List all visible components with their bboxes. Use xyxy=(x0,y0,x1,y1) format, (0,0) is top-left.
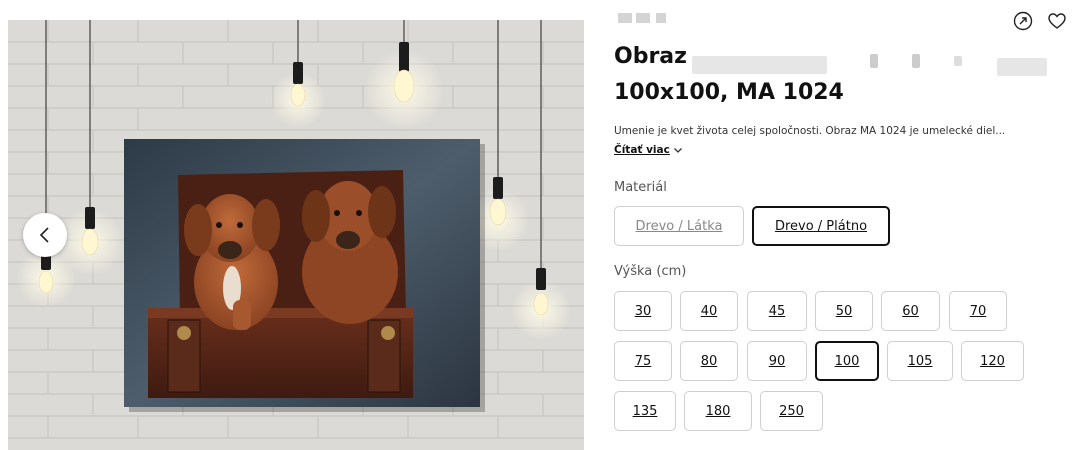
height-option-70[interactable]: 70 xyxy=(949,291,1007,331)
material-label: Materiál xyxy=(614,180,667,195)
product-title-line2: 100x100, MA 1024 xyxy=(614,80,844,105)
height-option-30[interactable]: 30 xyxy=(614,291,672,331)
favorite-button[interactable] xyxy=(1046,10,1068,32)
height-option-45[interactable]: 45 xyxy=(747,291,807,331)
height-option-75[interactable]: 75 xyxy=(614,341,672,381)
read-more-link[interactable]: Čítať viac xyxy=(614,144,683,156)
height-option-250[interactable]: 250 xyxy=(760,391,823,431)
share-button[interactable] xyxy=(1012,10,1034,32)
read-more-label: Čítať viac xyxy=(614,144,670,156)
product-gallery xyxy=(8,20,584,450)
product-description: Umenie je kvet života celej spoločnosti.… xyxy=(614,125,1006,137)
heart-icon xyxy=(1048,13,1066,29)
product-title-line1: Obraz xyxy=(614,44,687,69)
height-option-90[interactable]: 90 xyxy=(747,341,807,381)
height-option-135[interactable]: 135 xyxy=(614,391,676,431)
height-option-100[interactable]: 100 xyxy=(815,341,879,381)
height-option-40[interactable]: 40 xyxy=(680,291,738,331)
material-option-drevo-platno[interactable]: Drevo / Plátno xyxy=(752,206,890,246)
height-option-180[interactable]: 180 xyxy=(684,391,752,431)
height-option-80[interactable]: 80 xyxy=(680,341,738,381)
material-option-drevo-latka[interactable]: Drevo / Látka xyxy=(614,206,744,246)
share-icon xyxy=(1013,11,1033,31)
height-option-105[interactable]: 105 xyxy=(887,341,953,381)
height-option-50[interactable]: 50 xyxy=(815,291,873,331)
brand-name xyxy=(618,11,670,25)
gallery-prev-button[interactable] xyxy=(23,213,67,257)
height-label: Výška (cm) xyxy=(614,264,687,279)
title-redacted xyxy=(692,48,1052,80)
product-image xyxy=(8,20,584,450)
height-option-120[interactable]: 120 xyxy=(961,341,1024,381)
product-actions xyxy=(1012,10,1068,32)
chevron-left-icon xyxy=(39,227,49,243)
chevron-down-icon xyxy=(673,148,682,153)
height-option-60[interactable]: 60 xyxy=(881,291,940,331)
